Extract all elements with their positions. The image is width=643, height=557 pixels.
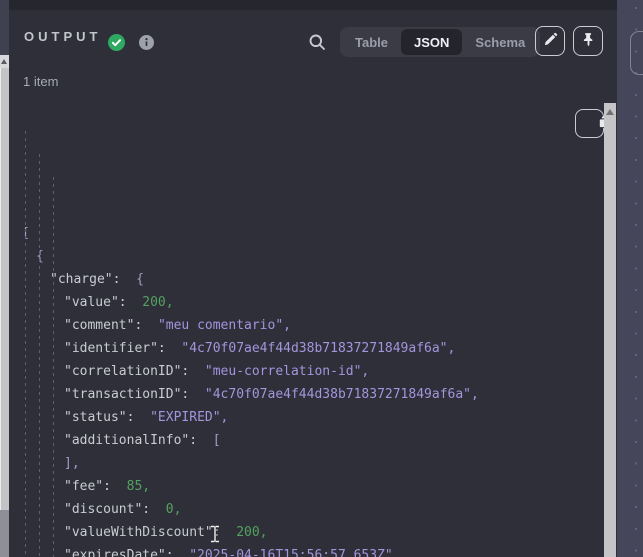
background-element-outline (630, 31, 643, 75)
json-token-punct: : (181, 364, 204, 379)
indent-guide (53, 177, 54, 557)
info-icon[interactable] (139, 35, 154, 50)
output-title: OUTPUT (24, 29, 101, 44)
code-line: "expiresDate": "2025-04-16T15:56:57.653Z… (9, 544, 604, 557)
tab-schema[interactable]: Schema (462, 29, 538, 55)
json-token-key: "valueWithDiscount" (64, 525, 213, 540)
code-line: "comment": "meu comentario", (9, 314, 604, 337)
json-token-str: "4c70f07ae4f44d38b71837271849af6a", (181, 341, 455, 356)
json-token-punct: : (113, 272, 136, 287)
json-token-key: "expiresDate" (64, 548, 166, 557)
code-line: "discount": 0, (9, 498, 604, 521)
code-line: "identifier": "4c70f07ae4f44d38b71837271… (9, 337, 604, 360)
code-line: "fee": 85, (9, 475, 604, 498)
json-token-key: "correlationID" (64, 364, 181, 379)
json-token-punct: : (127, 410, 150, 425)
json-token-punct: : (166, 548, 189, 557)
json-token-punct: : (119, 295, 142, 310)
json-token-bracket: ], (64, 456, 80, 471)
json-token-num: 85, (127, 479, 150, 494)
json-token-str: "meu-correlation-id", (205, 364, 369, 379)
code-line: "value": 200, (9, 291, 604, 314)
json-token-key: "value" (64, 295, 119, 310)
code-line: "valueWithDiscount": 200, (9, 521, 604, 544)
code-line: { (9, 245, 604, 268)
json-token-key: "charge" (50, 272, 113, 287)
left-scrollbar-up-button[interactable] (0, 55, 9, 68)
pin-data-button[interactable] (573, 26, 603, 56)
indent-guide (39, 154, 40, 557)
json-token-punct: : (134, 318, 157, 333)
json-token-bracket: [ (213, 433, 221, 448)
pencil-icon (543, 32, 558, 50)
tab-table[interactable]: Table (342, 29, 401, 55)
json-code-lines: [{"charge": {"value": 200,"comment": "me… (9, 222, 604, 557)
pin-icon (581, 32, 596, 50)
canvas-dot-grid (635, 7, 637, 557)
code-line: ], (9, 452, 604, 475)
code-line: [ (9, 222, 604, 245)
search-icon[interactable] (308, 33, 326, 51)
json-token-punct: : (103, 479, 126, 494)
json-token-punct: : (213, 525, 236, 540)
copy-output-button[interactable] (575, 109, 604, 138)
copy-icon (568, 107, 604, 147)
json-token-key: "additionalInfo" (64, 433, 189, 448)
panel-top-shadow (9, 0, 617, 10)
json-token-str: "EXPIRED", (150, 410, 228, 425)
json-token-bracket: { (136, 272, 144, 287)
items-count: 1 item (23, 74, 58, 89)
json-token-punct: : (142, 502, 165, 517)
code-line: "charge": { (9, 268, 604, 291)
json-token-num: 0, (166, 502, 182, 517)
scroll-up-arrow-icon (1, 59, 7, 64)
output-scrollbar[interactable] (604, 103, 616, 557)
json-token-key: "discount" (64, 502, 142, 517)
left-background-sliver (0, 0, 9, 557)
code-line: "transactionID": "4c70f07ae4f44d38b71837… (9, 383, 604, 406)
json-token-punct: : (158, 341, 181, 356)
scroll-up-arrow-icon (606, 109, 614, 115)
json-token-str: "meu comentario", (158, 318, 291, 333)
left-canvas-fragment (0, 0, 9, 55)
edit-output-button[interactable] (535, 26, 565, 56)
json-token-key: "transactionID" (64, 387, 181, 402)
code-line: "status": "EXPIRED", (9, 406, 604, 429)
code-line: "correlationID": "meu-correlation-id", (9, 360, 604, 383)
json-token-punct: : (189, 433, 212, 448)
json-token-str: "4c70f07ae4f44d38b71837271849af6a", (205, 387, 479, 402)
left-scrollbar-bottom[interactable] (0, 510, 9, 557)
code-line: "additionalInfo": [ (9, 429, 604, 452)
json-token-key: "comment" (64, 318, 134, 333)
json-token-key: "identifier" (64, 341, 158, 356)
json-token-punct: : (181, 387, 204, 402)
tab-json[interactable]: JSON (401, 29, 462, 55)
json-token-key: "status" (64, 410, 127, 425)
json-token-str: "2025-04-16T15:56:57.653Z", (189, 548, 400, 557)
workflow-canvas-background (617, 0, 643, 557)
output-panel: OUTPUT TableJSONSchema (9, 10, 617, 557)
json-token-num: 200, (236, 525, 267, 540)
indent-guide (25, 131, 26, 557)
json-token-key: "fee" (64, 479, 103, 494)
json-token-num: 200, (142, 295, 173, 310)
json-output-view: [{"charge": {"value": 200,"comment": "me… (9, 107, 604, 557)
success-check-icon (108, 34, 125, 51)
view-tabs: TableJSONSchema (340, 27, 540, 57)
